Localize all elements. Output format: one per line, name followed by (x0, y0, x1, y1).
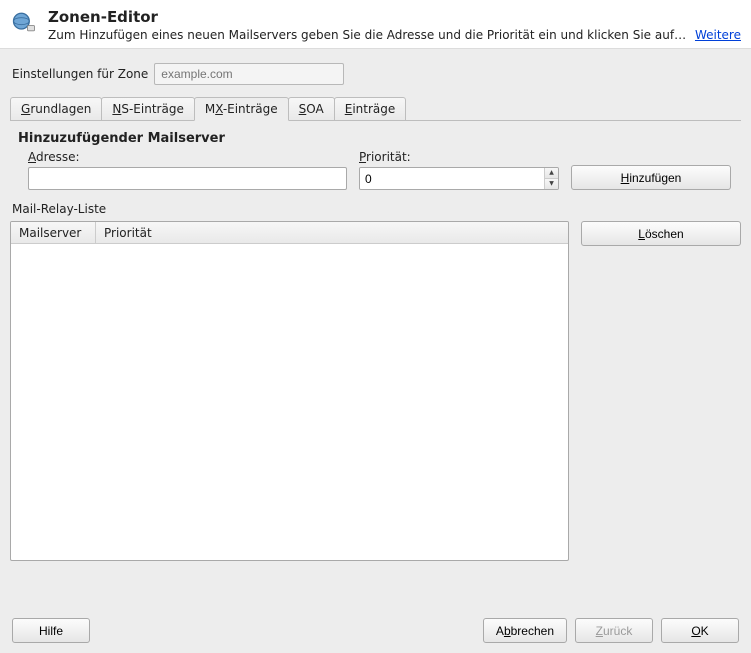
relay-list-title: Mail-Relay-Liste (12, 202, 569, 216)
tab-soa[interactable]: SOA (288, 97, 335, 121)
more-link[interactable]: Weitere (695, 28, 741, 42)
tab-mx-eintraege[interactable]: MX-Einträge (194, 97, 289, 121)
col-header-priority[interactable]: Priorität (96, 222, 568, 243)
relay-table[interactable]: Mailserver Priorität (10, 221, 569, 561)
zone-label: Einstellungen für Zone (12, 67, 148, 81)
delete-button[interactable]: Löschen (581, 221, 741, 246)
address-input[interactable] (28, 167, 347, 190)
tab-eintraege[interactable]: Einträge (334, 97, 407, 121)
dialog-footer: Hilfe Abbrechen Zurück OK (0, 608, 751, 653)
help-button[interactable]: Hilfe (12, 618, 90, 643)
tab-content-mx: Hinzuzufügender Mailserver Adresse: Prio… (10, 121, 741, 198)
priority-input[interactable] (360, 168, 544, 189)
relay-table-header: Mailserver Priorität (11, 222, 568, 244)
priority-spin-down[interactable]: ▼ (545, 178, 558, 189)
zone-name-input (154, 63, 344, 85)
add-button[interactable]: Hinzufügen (571, 165, 731, 190)
page-subtitle: Zum Hinzufügen eines neuen Mailservers g… (48, 28, 689, 42)
priority-label: Priorität: (359, 150, 559, 164)
ok-button[interactable]: OK (661, 618, 739, 643)
priority-spin-up[interactable]: ▲ (545, 168, 558, 178)
address-label: Adresse: (28, 150, 347, 164)
tabbar: Grundlagen NS-Einträge MX-Einträge SOA E… (0, 97, 751, 121)
zone-settings-row: Einstellungen für Zone (0, 49, 751, 97)
header: Zonen-Editor Zum Hinzufügen eines neuen … (0, 0, 751, 49)
cancel-button[interactable]: Abbrechen (483, 618, 567, 643)
back-button: Zurück (575, 618, 653, 643)
col-header-mailserver[interactable]: Mailserver (11, 222, 96, 243)
tab-ns-eintraege[interactable]: NS-Einträge (101, 97, 194, 121)
page-title: Zonen-Editor (48, 8, 741, 26)
add-mailserver-group-title: Hinzuzufügender Mailserver (18, 131, 735, 146)
zone-editor-icon (10, 8, 38, 36)
tab-grundlagen[interactable]: Grundlagen (10, 97, 102, 121)
priority-spinner[interactable]: ▲ ▼ (359, 167, 559, 190)
